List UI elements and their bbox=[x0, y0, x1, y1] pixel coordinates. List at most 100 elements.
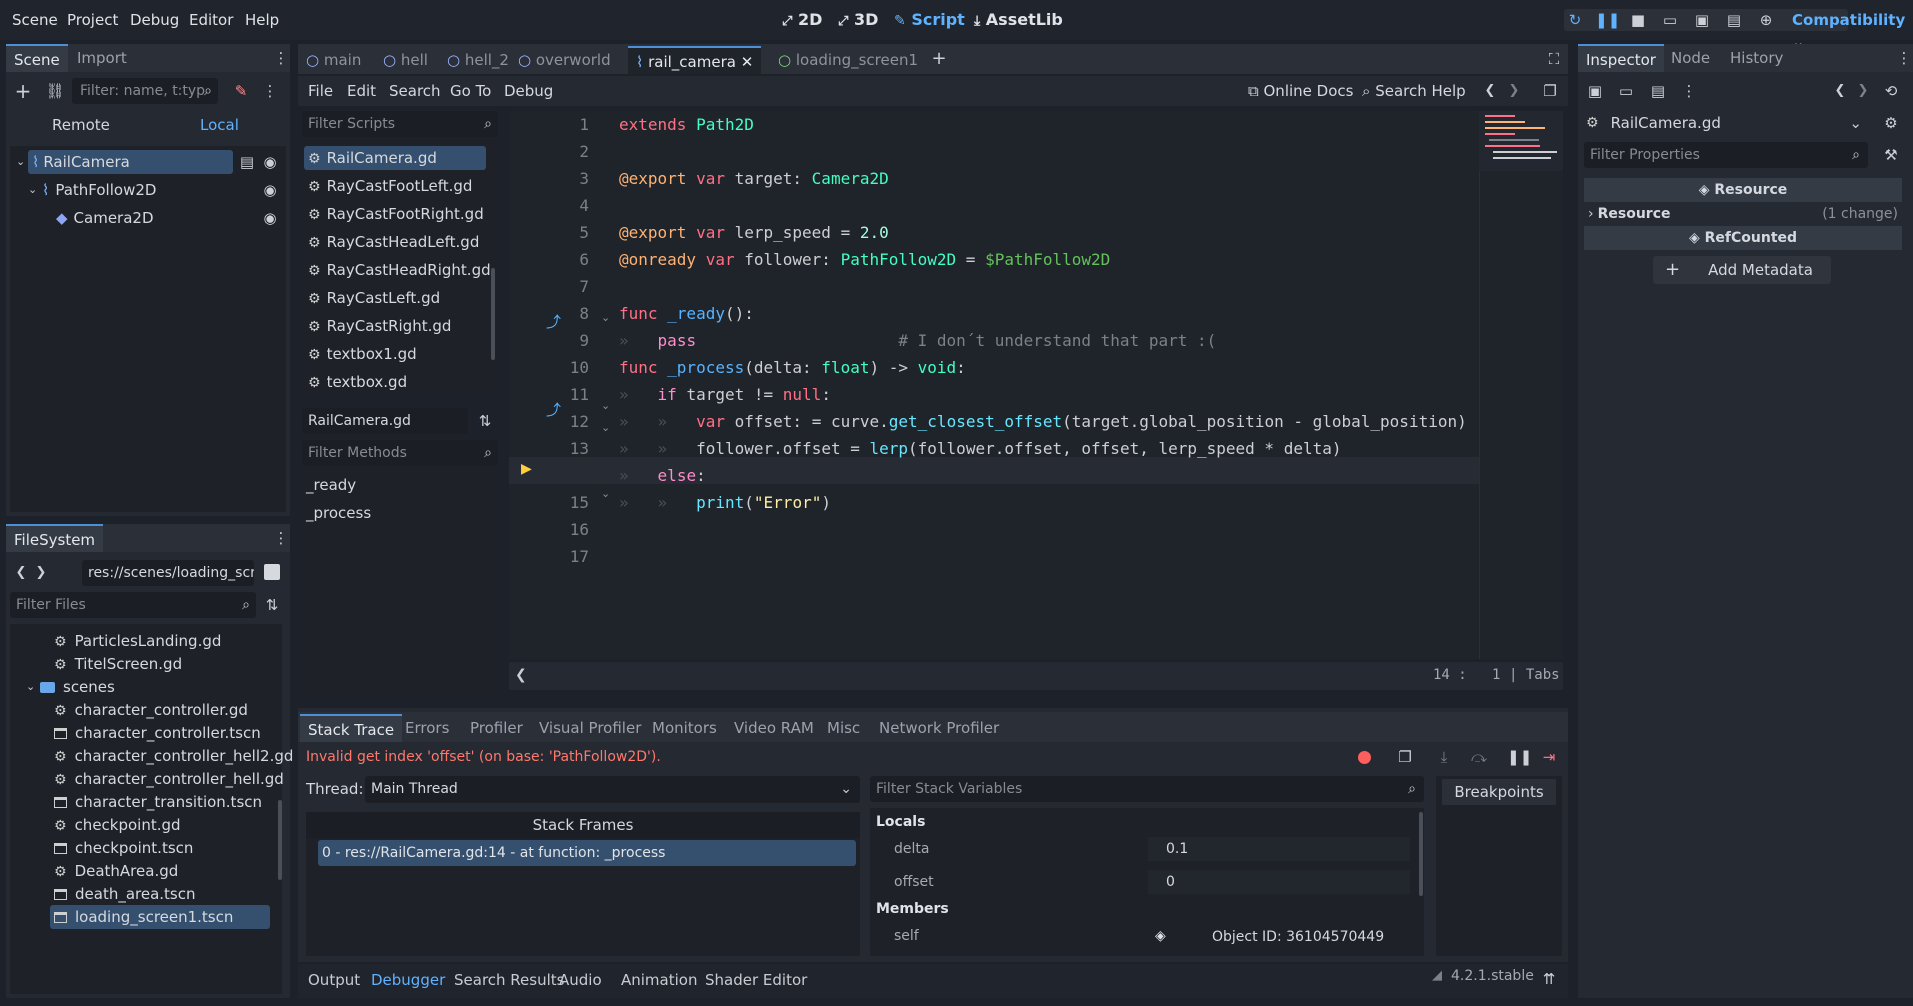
script-list-item[interactable]: ⚙ RayCastLeft.gd bbox=[304, 286, 486, 310]
script-attach-icon[interactable]: ✎ bbox=[230, 80, 252, 102]
script-list-item[interactable]: ⚙ RayCastHeadRight.gd bbox=[304, 258, 491, 282]
variable-value-field[interactable]: 0 bbox=[1148, 870, 1410, 894]
scene-tree-node-camera2d[interactable]: ◆ Camera2D bbox=[56, 206, 154, 230]
script-list-item[interactable]: ⚙ RayCastHeadLeft.gd bbox=[304, 230, 486, 254]
bottom-panel-tab[interactable]: Animation bbox=[621, 968, 697, 992]
copy-error-icon[interactable]: ❐ bbox=[1394, 746, 1416, 768]
locals-section[interactable]: Locals bbox=[876, 814, 925, 830]
filter-methods-input[interactable]: Filter Methods ⌕ bbox=[302, 440, 498, 466]
workspace-3d-button[interactable]: ⤢ 3D bbox=[838, 0, 878, 40]
method-item[interactable]: _process bbox=[306, 504, 371, 522]
toggle-split-icon[interactable] bbox=[264, 564, 280, 580]
dock-menu-icon[interactable]: ⋮ bbox=[270, 527, 292, 549]
version-label[interactable]: 4.2.1.stable bbox=[1451, 968, 1534, 984]
close-icon[interactable]: ✕ bbox=[736, 53, 754, 71]
remote-toggle[interactable]: Remote bbox=[52, 116, 110, 134]
filesystem-item[interactable]: ⚙ character_controller_hell.gd bbox=[54, 767, 284, 791]
link-icon[interactable]: ⛓ bbox=[44, 80, 66, 102]
script-list-item[interactable]: ⚙ RailCamera.gd bbox=[304, 146, 486, 170]
connection-slot-icon[interactable]: ⤴ bbox=[546, 399, 561, 420]
connection-slot-icon[interactable]: ⤴ bbox=[546, 311, 561, 332]
scene-filter-input[interactable]: Filter: name, t:typ ⌕ bbox=[72, 78, 218, 104]
members-section[interactable]: Members bbox=[876, 901, 949, 917]
add-node-icon[interactable]: + bbox=[12, 80, 34, 102]
variables-scrollbar[interactable] bbox=[1419, 812, 1423, 896]
history-forward-icon[interactable]: ❯ bbox=[1503, 80, 1525, 102]
script-list-item[interactable]: ⚙ RayCastFootRight.gd bbox=[304, 202, 486, 226]
bottom-panel-tab[interactable]: Output bbox=[308, 968, 360, 992]
filesystem-item[interactable]: ⚙ character_controller.gd bbox=[54, 698, 248, 722]
stop-icon[interactable]: ■ bbox=[1627, 9, 1649, 31]
debugger-tab[interactable]: Errors bbox=[405, 714, 449, 742]
visibility-icon[interactable]: ◉ bbox=[259, 207, 281, 229]
filter-properties-input[interactable]: Filter Properties ⌕ bbox=[1584, 142, 1868, 168]
add-scene-tab-icon[interactable]: + bbox=[928, 48, 950, 70]
property-options-icon[interactable]: ⚒ bbox=[1880, 144, 1902, 166]
filesystem-item[interactable]: character_transition.tscn bbox=[54, 790, 262, 814]
scene-tab[interactable]: ○ loading_screen1 bbox=[778, 46, 918, 74]
workspace-assetlib-button[interactable]: ⤓ AssetLib bbox=[974, 0, 1063, 40]
scene-tab[interactable]: ⌇ rail_camera ✕ bbox=[628, 46, 762, 74]
scene-tree-node-railcamera[interactable]: ⌄ ⌇ RailCamera bbox=[16, 150, 233, 174]
debugger-tab[interactable]: Misc bbox=[827, 714, 860, 742]
scene-tab[interactable]: ○ main bbox=[306, 46, 361, 74]
renderer-select[interactable]: Compatibility ⌄ bbox=[1792, 9, 1913, 51]
filesystem-filter-input[interactable]: Filter Files ⌕ bbox=[10, 592, 256, 618]
bottom-panel-tab[interactable]: Audio bbox=[559, 968, 602, 992]
script-icon[interactable]: ▤ bbox=[236, 151, 258, 173]
script-menu-file[interactable]: File bbox=[308, 82, 333, 100]
scene-menu-icon[interactable]: ⋮ bbox=[259, 80, 281, 102]
debugger-tab[interactable]: Stack Trace bbox=[300, 714, 403, 742]
fold-chevron-icon[interactable]: ⌄ bbox=[601, 487, 610, 500]
resource-menu-icon[interactable]: ⋮ bbox=[1678, 80, 1700, 102]
filesystem-item[interactable]: ⚙ TitelScreen.gd bbox=[54, 652, 182, 676]
pause-icon[interactable]: ❚❚ bbox=[1595, 9, 1620, 31]
bottom-panel-tab[interactable]: Search Results bbox=[454, 968, 564, 992]
play-scene-icon[interactable]: ▣ bbox=[1691, 9, 1713, 31]
script-list-item[interactable]: ⚙ textbox.gd bbox=[304, 370, 486, 394]
dock-menu-icon[interactable]: ⋮ bbox=[1893, 47, 1913, 69]
bottom-panel-tab[interactable]: Debugger bbox=[371, 968, 445, 992]
tab-scene[interactable]: Scene bbox=[6, 44, 68, 72]
code-editor[interactable]: 1234567891011121314151617 ▶ ⤴ ⤴ ⌄ ⌄ ⌄ ⌄ … bbox=[509, 111, 1563, 659]
filesystem-item[interactable]: ⚙ checkpoint.gd bbox=[54, 813, 181, 837]
filter-scripts-input[interactable]: Filter Scripts ⌕ bbox=[302, 111, 498, 137]
method-item[interactable]: _ready bbox=[306, 476, 356, 494]
continue-icon[interactable]: ⇥ bbox=[1538, 746, 1560, 768]
remote-debug-icon[interactable]: ▭ bbox=[1659, 9, 1681, 31]
script-list-item[interactable]: ⚙ textbox1.gd bbox=[304, 342, 486, 366]
indent-mode[interactable]: | Tabs bbox=[1509, 667, 1560, 683]
visibility-icon[interactable]: ◉ bbox=[259, 151, 281, 173]
stack-frame-row[interactable]: 0 - res://RailCamera.gd:14 - at function… bbox=[318, 840, 856, 866]
tab-history[interactable]: History bbox=[1730, 44, 1783, 72]
forward-icon[interactable]: ❯ bbox=[30, 562, 52, 584]
filesystem-item[interactable]: ⌄ scenes bbox=[26, 675, 115, 699]
tab-inspector[interactable]: Inspector bbox=[1578, 44, 1664, 72]
filesystem-item[interactable]: ⚙ ParticlesLanding.gd bbox=[54, 629, 221, 653]
variable-value-field[interactable]: 0.1 bbox=[1148, 837, 1410, 861]
history-forward-icon[interactable]: ❯ bbox=[1852, 80, 1874, 102]
scene-tab[interactable]: ○ hell bbox=[383, 46, 428, 74]
debugger-tab[interactable]: Visual Profiler bbox=[539, 714, 641, 742]
sort-methods-icon[interactable]: ⇅ bbox=[474, 410, 496, 432]
break-icon[interactable]: ❚❚ bbox=[1507, 746, 1532, 768]
distraction-free-icon[interactable]: ⛶ bbox=[1543, 48, 1565, 70]
history-back-icon[interactable]: ❮ bbox=[1829, 80, 1851, 102]
filesystem-item[interactable]: ⚙ character_controller_hell2.gd bbox=[54, 744, 293, 768]
fold-chevron-icon[interactable]: ⌄ bbox=[601, 399, 610, 412]
online-docs-button[interactable]: ⧉ Online Docs bbox=[1248, 82, 1353, 100]
object-history-icon[interactable]: ⟲ bbox=[1880, 80, 1902, 102]
scene-tab[interactable]: ○ overworld bbox=[518, 46, 611, 74]
back-icon[interactable]: ❮ bbox=[10, 562, 32, 584]
filesystem-item[interactable]: loading_screen1.tscn bbox=[50, 905, 270, 929]
thread-select[interactable]: Main Thread ⌄ bbox=[365, 776, 860, 803]
script-list-item[interactable]: ⚙ RayCastRight.gd bbox=[304, 314, 486, 338]
script-list-item[interactable]: ⚙ RayCastFootLeft.gd bbox=[304, 174, 486, 198]
menu-scene[interactable]: Scene bbox=[12, 0, 58, 40]
filesystem-item[interactable]: death_area.tscn bbox=[54, 882, 196, 906]
self-object-id[interactable]: Object ID: 36104570449 bbox=[1212, 925, 1384, 949]
fold-chevron-icon[interactable]: ⌄ bbox=[601, 421, 610, 434]
menu-help[interactable]: Help bbox=[245, 0, 279, 40]
minimap[interactable] bbox=[1479, 111, 1563, 171]
debugger-tab[interactable]: Monitors bbox=[652, 714, 717, 742]
